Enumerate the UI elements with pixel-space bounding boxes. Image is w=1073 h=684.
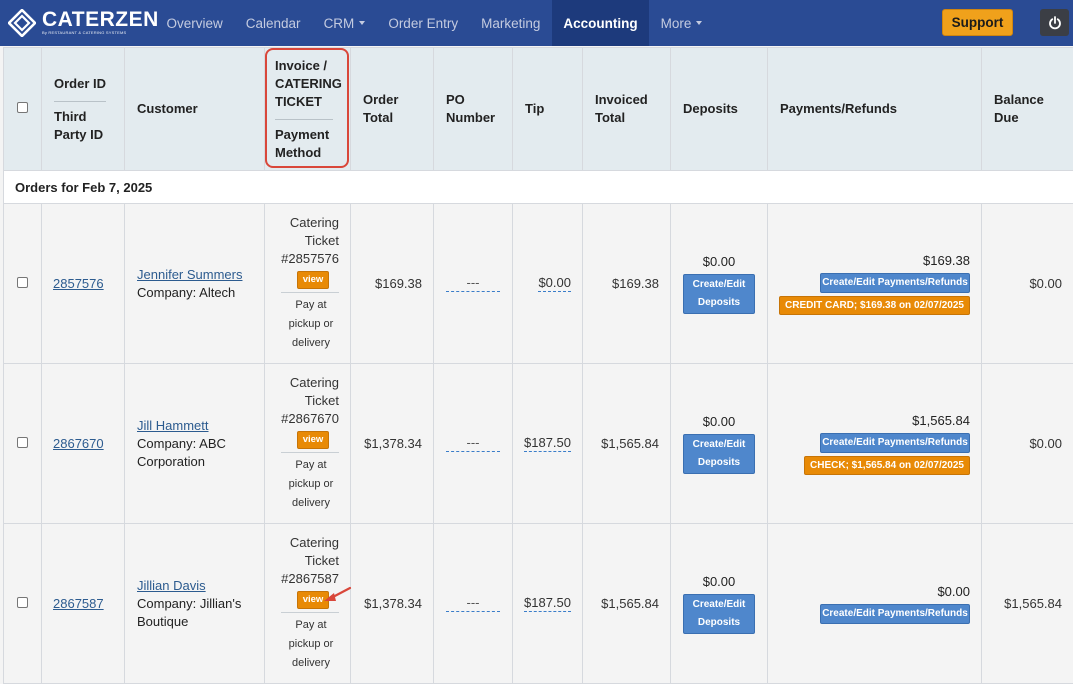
row-select-cell: [3, 203, 42, 364]
nav-overview[interactable]: Overview: [155, 0, 234, 46]
header-tip[interactable]: Tip: [512, 47, 583, 171]
po-number-editable[interactable]: ---: [446, 595, 500, 612]
header-customer[interactable]: Customer: [124, 47, 265, 171]
create-edit-deposits-button[interactable]: Create/Edit Deposits: [683, 273, 755, 314]
deposit-amount: $0.00: [702, 253, 736, 269]
brand-name: CATERZEN: [42, 8, 159, 31]
nav-accounting[interactable]: Accounting: [551, 0, 650, 46]
select-all-cell: [3, 47, 42, 171]
header-po-number[interactable]: PO Number: [433, 47, 513, 171]
row-checkbox[interactable]: [17, 437, 28, 448]
tip-editable[interactable]: $187.50: [524, 595, 571, 612]
customer-name-link[interactable]: Jillian Davis: [137, 578, 206, 593]
nav-crm-label: CRM: [323, 15, 355, 31]
nav-marketing[interactable]: Marketing: [470, 0, 552, 46]
diamond-logo-icon: [7, 8, 37, 38]
view-ticket-button[interactable]: view: [297, 431, 329, 449]
top-navbar: CATERZEN By RESTAURANT & CATERING SYSTEM…: [0, 0, 1073, 46]
view-ticket-button[interactable]: view: [297, 271, 329, 289]
nav-order-entry[interactable]: Order Entry: [377, 0, 470, 46]
brand-tagline: By RESTAURANT & CATERING SYSTEMS: [42, 30, 127, 35]
order-id-link[interactable]: 2867670: [53, 436, 104, 451]
header-order-total[interactable]: Order Total: [350, 47, 434, 171]
table-header-row: Order ID Third Party ID Customer Invoice…: [3, 47, 1073, 171]
payment-record-tag[interactable]: CREDIT CARD; $169.38 on 02/07/2025: [779, 295, 970, 315]
table-row: 2867670 Jill Hammett Company: ABC Corpor…: [3, 363, 1073, 524]
create-edit-payments-button[interactable]: Create/Edit Payments/Refunds: [820, 603, 970, 624]
orders-table-container: Order ID Third Party ID Customer Invoice…: [3, 47, 1073, 684]
customer-company: Company: Jillian's Boutique: [137, 595, 242, 629]
create-edit-payments-button[interactable]: Create/Edit Payments/Refunds: [820, 272, 970, 293]
payment-method: Pay at pickup or delivery: [288, 619, 334, 669]
payment-total: $0.00: [937, 583, 970, 599]
create-edit-deposits-button[interactable]: Create/Edit Deposits: [683, 433, 755, 474]
create-edit-deposits-button[interactable]: Create/Edit Deposits: [683, 593, 755, 634]
header-payments-refunds[interactable]: Payments/Refunds: [767, 47, 982, 171]
po-number-editable[interactable]: ---: [446, 435, 500, 452]
row-select-cell: [3, 363, 42, 524]
nav-crm[interactable]: CRM: [312, 0, 377, 46]
invoiced-total: $1,565.84: [582, 363, 671, 524]
group-row: Orders for Feb 7, 2025: [3, 170, 1073, 204]
row-select-cell: [3, 523, 42, 684]
highlight-box-annotation: [265, 48, 349, 168]
select-all-checkbox[interactable]: [17, 102, 28, 113]
po-number-editable[interactable]: ---: [446, 275, 500, 292]
header-order-id-label: Order ID: [54, 75, 107, 91]
deposit-amount: $0.00: [702, 573, 736, 589]
arrow-annotation-icon: [324, 586, 352, 601]
deposit-amount: $0.00: [702, 413, 736, 429]
balance-due: $1,565.84: [981, 523, 1073, 684]
customer-name-link[interactable]: Jennifer Summers: [137, 267, 242, 282]
catering-ticket-label: Catering Ticket: [289, 535, 339, 568]
chevron-down-icon: [696, 21, 703, 25]
table-row: 2867587 Jillian Davis Company: Jillian's…: [3, 523, 1073, 684]
order-total: $1,378.34: [350, 523, 434, 684]
header-balance-due[interactable]: Balance Due: [981, 47, 1073, 171]
orders-table: Order ID Third Party ID Customer Invoice…: [3, 47, 1073, 684]
customer-company: Company: ABC Corporation: [137, 435, 226, 469]
payment-method: Pay at pickup or delivery: [288, 459, 334, 509]
group-label: Orders for Feb 7, 2025: [3, 170, 1073, 204]
tip-editable[interactable]: $187.50: [524, 435, 571, 452]
header-deposits[interactable]: Deposits: [670, 47, 768, 171]
tip-editable[interactable]: $0.00: [538, 275, 571, 292]
nav-more[interactable]: More: [649, 0, 714, 46]
payment-total: $169.38: [923, 252, 970, 268]
balance-due: $0.00: [981, 363, 1073, 524]
row-checkbox[interactable]: [17, 597, 28, 608]
support-button[interactable]: Support: [942, 9, 1013, 36]
payment-total: $1,565.84: [912, 412, 970, 428]
catering-ticket-label: Catering Ticket: [289, 375, 339, 408]
header-order-id[interactable]: Order ID Third Party ID: [41, 47, 125, 171]
ticket-number: #2857576: [281, 251, 339, 266]
chevron-down-icon: [359, 21, 366, 25]
balance-due: $0.00: [981, 203, 1073, 364]
customer-name-link[interactable]: Jill Hammett: [137, 418, 209, 433]
payment-record-tag[interactable]: CHECK; $1,565.84 on 02/07/2025: [804, 455, 970, 475]
ticket-number: #2867670: [281, 411, 339, 426]
header-invoiced-total[interactable]: Invoiced Total: [582, 47, 671, 171]
nav-more-label: More: [660, 15, 692, 31]
customer-company: Company: Altech: [137, 284, 236, 300]
order-total: $169.38: [350, 203, 434, 364]
header-third-party-id-label: Third Party ID: [54, 108, 104, 142]
caterzen-logo[interactable]: CATERZEN By RESTAURANT & CATERING SYSTEM…: [0, 0, 158, 46]
logout-button[interactable]: [1040, 9, 1069, 36]
order-id-link[interactable]: 2857576: [53, 276, 104, 291]
invoiced-total: $1,565.84: [582, 523, 671, 684]
row-checkbox[interactable]: [17, 277, 28, 288]
catering-ticket-label: Catering Ticket: [289, 215, 339, 248]
invoiced-total: $169.38: [582, 203, 671, 364]
order-id-link[interactable]: 2867587: [53, 596, 104, 611]
payment-method: Pay at pickup or delivery: [288, 299, 334, 349]
order-total: $1,378.34: [350, 363, 434, 524]
table-row: 2857576 Jennifer Summers Company: Altech…: [3, 203, 1073, 364]
create-edit-payments-button[interactable]: Create/Edit Payments/Refunds: [820, 432, 970, 453]
nav-calendar[interactable]: Calendar: [234, 0, 312, 46]
power-icon: [1048, 15, 1061, 29]
